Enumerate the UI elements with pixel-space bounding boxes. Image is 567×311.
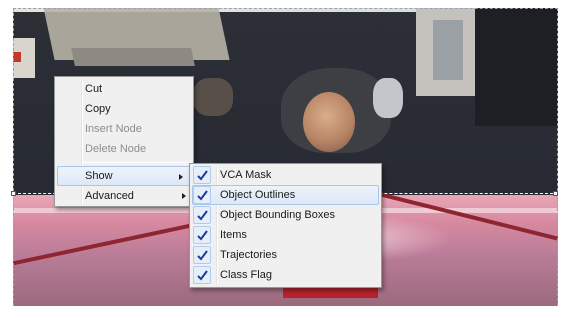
view-border-left (13, 8, 14, 306)
submenu-item-object-bounding-boxes[interactable]: Object Bounding Boxes (190, 205, 381, 225)
desk-edge-shape (71, 48, 195, 66)
submenu-item-label: VCA Mask (220, 169, 272, 181)
submenu-item-trajectories[interactable]: Trajectories (190, 245, 381, 265)
menu-item-label: Cut (85, 83, 103, 95)
checkmark-icon (193, 246, 211, 264)
submenu-item-label: Trajectories (220, 249, 278, 261)
checkmark-icon (193, 206, 211, 224)
chevron-right-icon (179, 174, 183, 180)
person-shoe-shape (373, 78, 403, 118)
cabinet-shape (475, 8, 558, 126)
zone-node-handle[interactable] (553, 191, 558, 196)
view-border-right (557, 8, 558, 306)
menu-item-label: Insert Node (85, 123, 142, 135)
menu-item-label: Delete Node (85, 143, 147, 155)
menu-item-cut[interactable]: Cut (55, 79, 193, 99)
person-head-shape (303, 92, 355, 152)
wall-sign (13, 38, 35, 78)
menu-item-copy[interactable]: Copy (55, 99, 193, 119)
checkmark-icon (193, 166, 211, 184)
shelf-inner-shape (433, 20, 463, 80)
submenu-item-items[interactable]: Items (190, 225, 381, 245)
menu-separator (83, 162, 191, 163)
submenu-item-vca-mask[interactable]: VCA Mask (190, 165, 381, 185)
menu-item-label: Advanced (85, 190, 134, 202)
menu-item-show[interactable]: Show (57, 166, 191, 186)
submenu-item-label: Object Outlines (220, 189, 296, 201)
menu-item-label: Copy (85, 103, 111, 115)
submenu-item-label: Class Flag (220, 269, 272, 281)
submenu-item-label: Items (220, 229, 247, 241)
checkmark-icon (193, 186, 211, 204)
show-submenu: VCA Mask Object Outlines Object Bounding B… (189, 163, 382, 288)
submenu-item-object-outlines[interactable]: Object Outlines (192, 185, 379, 205)
submenu-item-class-flag[interactable]: Class Flag (190, 265, 381, 285)
zone-node-handle[interactable] (11, 191, 16, 196)
context-menu: Cut Copy Insert Node Delete Node Show Ad… (54, 76, 194, 207)
checkmark-icon (193, 266, 211, 284)
submenu-item-label: Object Bounding Boxes (220, 209, 335, 221)
menu-item-insert-node[interactable]: Insert Node (55, 119, 193, 139)
menu-item-advanced[interactable]: Advanced (55, 186, 193, 206)
second-person-shape (193, 78, 233, 116)
menu-item-label: Show (85, 170, 113, 182)
menu-item-delete-node[interactable]: Delete Node (55, 139, 193, 159)
view-border-top (13, 8, 558, 9)
checkmark-icon (193, 226, 211, 244)
chevron-right-icon (182, 193, 186, 199)
